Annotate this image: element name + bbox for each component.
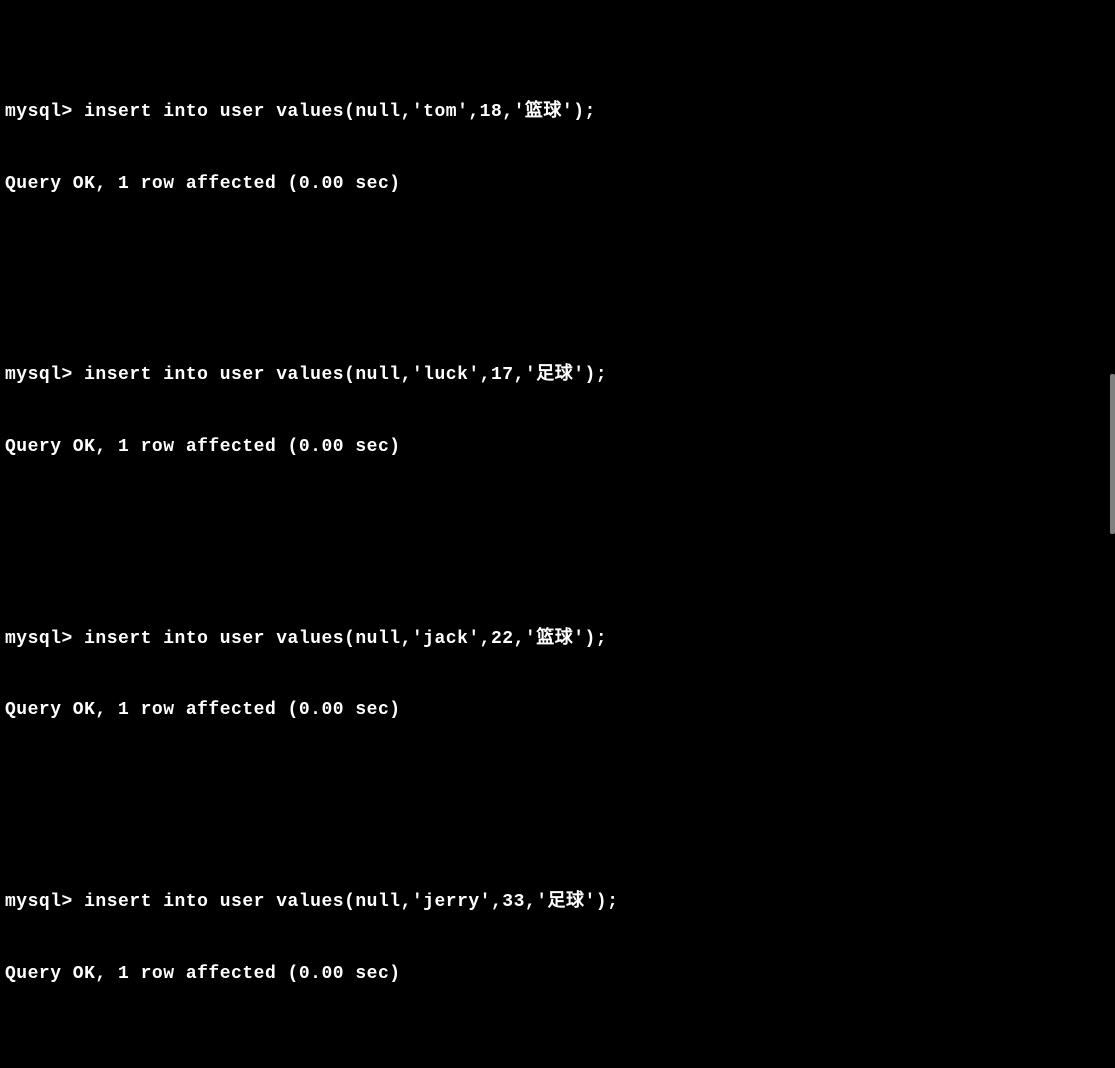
mysql-prompt: mysql>: [5, 629, 73, 649]
query-response: Query OK, 1 row affected (0.00 sec): [5, 173, 1110, 197]
sql-command: insert into user values(null,'tom',18,'篮…: [84, 102, 596, 122]
query-response: Query OK, 1 row affected (0.00 sec): [5, 963, 1110, 987]
command-line: mysql> insert into user values(null,'jac…: [5, 628, 1110, 652]
mysql-prompt: mysql>: [5, 102, 73, 122]
terminal-output[interactable]: mysql> insert into user values(null,'tom…: [5, 5, 1110, 1068]
sql-command: insert into user values(null,'luck',17,'…: [84, 365, 607, 385]
query-response: Query OK, 1 row affected (0.00 sec): [5, 699, 1110, 723]
command-block: mysql> insert into user values(null,'jac…: [5, 580, 1110, 772]
query-response: Query OK, 1 row affected (0.00 sec): [5, 436, 1110, 460]
command-line: mysql> insert into user values(null,'jer…: [5, 891, 1110, 915]
mysql-prompt: mysql>: [5, 892, 73, 912]
mysql-prompt: mysql>: [5, 365, 73, 385]
sql-command: insert into user values(null,'jerry',33,…: [84, 892, 618, 912]
command-block: mysql> insert into user values(null,'jer…: [5, 843, 1110, 1035]
command-block: mysql> insert into user values(null,'luc…: [5, 316, 1110, 508]
command-line: mysql> insert into user values(null,'tom…: [5, 101, 1110, 125]
command-line: mysql> insert into user values(null,'luc…: [5, 364, 1110, 388]
scrollbar-thumb[interactable]: [1110, 374, 1115, 534]
sql-command: insert into user values(null,'jack',22,'…: [84, 629, 607, 649]
command-block: mysql> insert into user values(null,'tom…: [5, 53, 1110, 245]
